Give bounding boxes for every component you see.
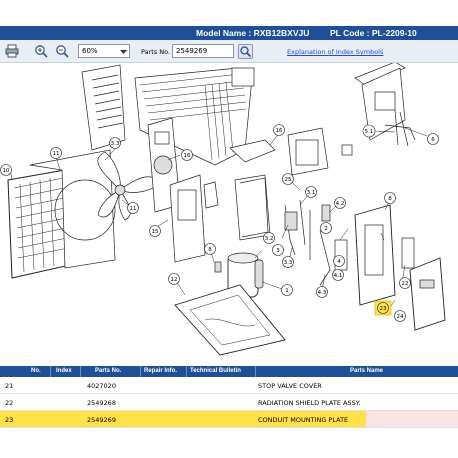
toolbar: 60% Parts No. 2549269 Explanation of Ind… [0, 40, 458, 63]
chevron-down-icon [120, 50, 127, 54]
svg-text:11: 11 [130, 206, 137, 212]
parts-no-label: Parts No. [141, 48, 171, 56]
svg-text:3.2: 3.2 [265, 236, 274, 242]
shield-box-drawing [234, 174, 271, 241]
parts-no-input[interactable]: 2549269 [172, 44, 234, 58]
svg-text:5.1: 5.1 [365, 129, 374, 135]
callout-24[interactable]: 24 [394, 310, 406, 322]
printer-icon[interactable] [5, 44, 19, 58]
zoom-in-icon[interactable] [34, 44, 48, 58]
callout-19[interactable]: 15 [149, 225, 161, 237]
callout-12[interactable]: 12 [168, 273, 180, 285]
svg-text:1: 1 [285, 288, 289, 294]
cell-no: 22 [5, 399, 14, 407]
svg-text:3.3: 3.3 [111, 141, 120, 147]
svg-text:22: 22 [402, 281, 409, 287]
cell-parts-no[interactable]: 2549268 [87, 399, 116, 407]
cell-no: 23 [5, 416, 14, 424]
callout-2[interactable]: 2 [320, 222, 332, 234]
cell-parts-name: RADIATION SHIELD PLATE ASSY. [258, 399, 361, 407]
svg-text:8: 8 [388, 196, 392, 202]
callout-11[interactable]: 11 [127, 202, 139, 214]
cell-parts-name: STOP VALVE COVER [258, 382, 322, 390]
model-name: Model Name : RXB12BXVJU [196, 28, 310, 38]
callout-16[interactable]: 10 [0, 164, 12, 176]
callout-4[interactable]: 4 [333, 255, 345, 267]
callout-10[interactable]: 3.3 [109, 137, 121, 149]
cell-parts-no[interactable]: 2549269 [87, 416, 116, 424]
index-symbols-link[interactable]: Explanation of Index Symbols [287, 48, 383, 56]
callout-4-2[interactable]: 4.2 [334, 197, 346, 209]
col-header-repair-info[interactable]: Repair Info. [144, 368, 177, 374]
search-icon [240, 46, 252, 58]
svg-text:15: 15 [152, 229, 159, 235]
cell-parts-name: CONDUIT MOUNTING PLATE [258, 416, 349, 424]
callout-17[interactable]: 11 [50, 147, 62, 159]
svg-text:4: 4 [337, 259, 341, 265]
svg-text:6: 6 [431, 137, 435, 143]
callout-23-highlighted[interactable]: 23 [374, 300, 392, 316]
col-header-technical-bulletin[interactable]: Technical Bulletin [190, 368, 241, 374]
callout-4-1[interactable]: 4.1 [332, 269, 344, 281]
svg-text:12: 12 [171, 277, 178, 283]
pl-code: PL Code : PL-2209-10 [330, 28, 417, 38]
col-header-no[interactable]: No. [31, 368, 41, 374]
svg-text:8: 8 [208, 247, 212, 253]
svg-text:25: 25 [285, 177, 292, 183]
callout-3-2[interactable]: 3.2 [263, 232, 275, 244]
exploded-parts-diagram: 3.3 16 16 6 5.1 11 10 11 15 25 3.1 4.2 8… [0, 63, 446, 356]
svg-text:3.3: 3.3 [284, 260, 293, 266]
col-header-index[interactable]: Index [56, 368, 72, 374]
callout-22[interactable]: 22 [399, 277, 411, 289]
col-header-parts-name[interactable]: Parts Name [350, 368, 383, 374]
table-header: No. Index Parts No. Repair Info. Technic… [0, 366, 458, 377]
callout-6[interactable]: 6 [427, 133, 439, 145]
callout-3-3[interactable]: 3.3 [282, 256, 294, 268]
callout-3-1[interactable]: 3.1 [305, 186, 317, 198]
callout-4-3[interactable]: 4.3 [316, 286, 328, 298]
callout-20-top[interactable]: 16 [273, 124, 285, 136]
zoom-value: 60% [82, 47, 98, 55]
callout-25[interactable]: 25 [282, 173, 294, 185]
svg-text:3: 3 [276, 248, 280, 254]
search-button[interactable] [238, 44, 253, 59]
svg-text:4.1: 4.1 [334, 273, 343, 279]
row-highlight-tail [366, 411, 458, 427]
svg-text:11: 11 [53, 151, 60, 157]
cell-parts-no[interactable]: 4027020 [87, 382, 116, 390]
svg-text:23: 23 [380, 306, 387, 312]
svg-text:2: 2 [324, 226, 328, 232]
col-header-parts-no[interactable]: Parts No. [95, 368, 121, 374]
table-row-selected[interactable]: 23 2549269 CONDUIT MOUNTING PLATE [0, 411, 458, 428]
svg-text:16: 16 [184, 153, 191, 159]
cell-no: 21 [5, 382, 14, 390]
svg-text:3.1: 3.1 [307, 190, 316, 196]
table-row[interactable]: 21 4027020 STOP VALVE COVER [0, 377, 458, 394]
svg-text:24: 24 [397, 314, 404, 320]
callout-1[interactable]: 1 [281, 284, 293, 296]
top-panel-drawing [81, 64, 126, 151]
model-header-bar: Model Name : RXB12BXVJU PL Code : PL-220… [0, 26, 458, 40]
control-box-drawing [229, 127, 353, 176]
svg-text:10: 10 [3, 168, 10, 174]
callout-15[interactable]: 8 [384, 192, 396, 204]
svg-text:16: 16 [276, 128, 283, 134]
table-row[interactable]: 22 2549268 RADIATION SHIELD PLATE ASSY. [0, 394, 458, 411]
svg-text:4.3: 4.3 [318, 290, 327, 296]
zoom-select[interactable]: 60% [78, 44, 130, 58]
base-plate-drawing [174, 284, 286, 356]
callout-5-1[interactable]: 5.1 [362, 124, 376, 138]
zoom-out-icon[interactable] [55, 44, 69, 58]
callout-8[interactable]: 8 [204, 243, 216, 255]
svg-text:4.2: 4.2 [336, 201, 345, 207]
callout-3[interactable]: 3 [272, 244, 284, 256]
callout-20[interactable]: 16 [181, 149, 193, 161]
